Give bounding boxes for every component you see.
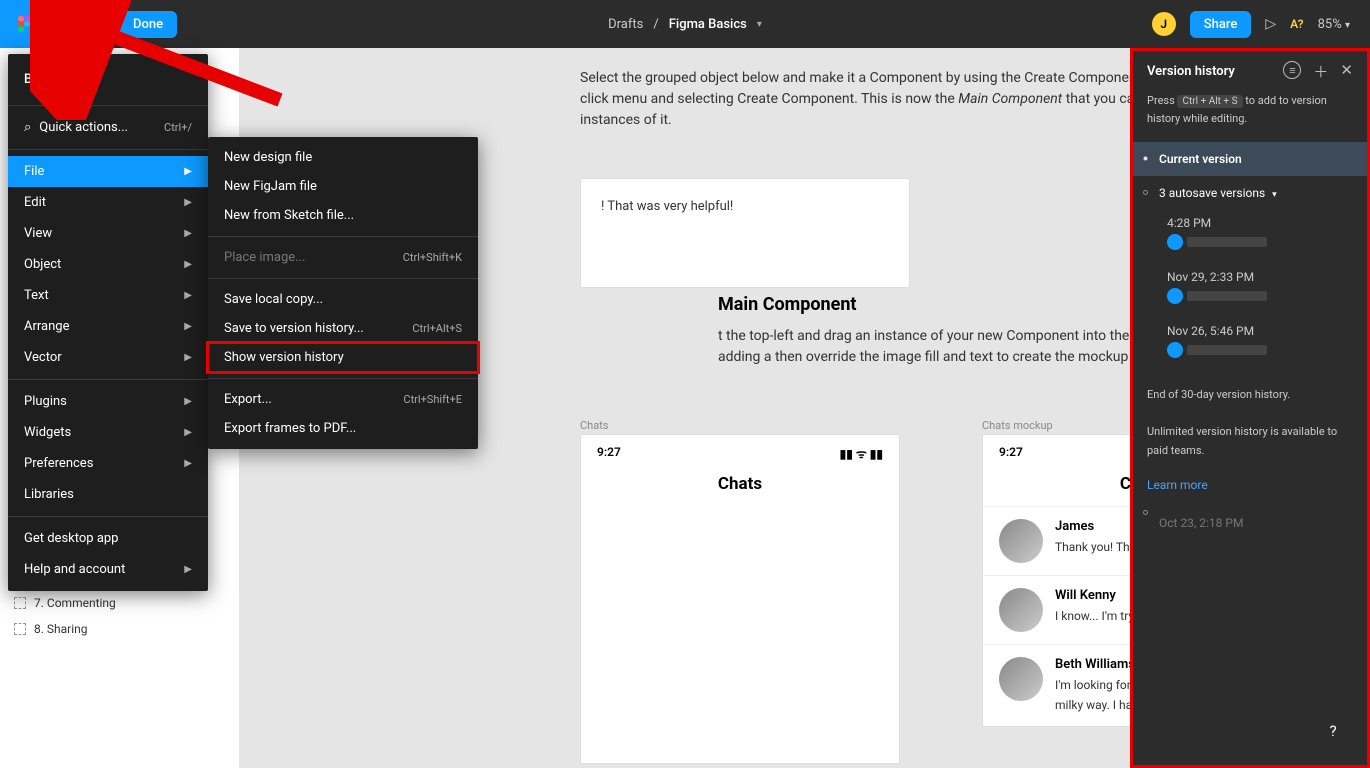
present-icon[interactable]: ▷ xyxy=(1265,16,1276,32)
panel-title: Version history xyxy=(1147,64,1235,79)
version-history-panel: Version history ≡ ＋ ✕ Press Ctrl + Alt +… xyxy=(1130,48,1370,768)
chats-frame-mockup[interactable]: 9:27▮▮ ᯤ ▮▮ Chats JamesThank you! That w… xyxy=(982,434,1130,727)
menu-item-edit[interactable]: Edit▶ xyxy=(8,187,208,218)
status-icons: ▮▮ ᯤ ▮▮ xyxy=(840,445,883,462)
file-item-save-local-copy-[interactable]: Save local copy... xyxy=(208,285,478,314)
user-avatar[interactable]: J xyxy=(1152,12,1176,36)
menu-item-arrange[interactable]: Arrange▶ xyxy=(8,311,208,342)
help-button[interactable]: ? xyxy=(1316,714,1350,748)
share-button[interactable]: Share xyxy=(1190,11,1252,38)
menu-item-plugins[interactable]: Plugins▶ xyxy=(8,386,208,417)
search-icon: ⌕ xyxy=(24,120,31,135)
file-submenu: New design fileNew FigJam fileNew from S… xyxy=(208,137,478,449)
chat-row[interactable]: JamesThank you! That was very helpful! xyxy=(983,506,1130,575)
chat-avatar xyxy=(999,588,1043,632)
version-entry[interactable]: 4:28 PM xyxy=(1133,210,1367,264)
frame-icon xyxy=(14,597,26,609)
main-menu: Back to files ⌕Quick actions... Ctrl+/ F… xyxy=(8,54,208,591)
chats-heading: Chats xyxy=(581,466,899,506)
file-item-new-design-file[interactable]: New design file xyxy=(208,143,478,172)
learn-more-link[interactable]: Learn more xyxy=(1133,474,1367,496)
plus-icon[interactable]: ＋ xyxy=(1313,61,1328,82)
file-item-show-version-history[interactable]: Show version history xyxy=(208,343,478,372)
place-image[interactable]: Place image...Ctrl+Shift+K xyxy=(208,243,478,272)
history-end-notice: End of 30-day version history. Unlimited… xyxy=(1133,372,1367,475)
file-item-export-frames-to-pdf-[interactable]: Export frames to PDF... xyxy=(208,414,478,443)
menu-item-object[interactable]: Object▶ xyxy=(8,249,208,280)
layer-row[interactable]: 7. Commenting xyxy=(0,590,210,616)
file-item-new-figjam-file[interactable]: New FigJam file xyxy=(208,172,478,201)
breadcrumb-parent[interactable]: Drafts xyxy=(608,17,643,32)
menu-item-text[interactable]: Text▶ xyxy=(8,280,208,311)
version-entry[interactable]: Nov 29, 2:33 PM xyxy=(1133,264,1367,318)
chevron-down-icon[interactable]: ▾ xyxy=(757,19,762,30)
file-item-save-to-version-history-[interactable]: Save to version history...Ctrl+Alt+S xyxy=(208,314,478,343)
menu-item-libraries[interactable]: Libraries xyxy=(8,479,208,510)
menu-item-vector[interactable]: Vector▶ xyxy=(8,342,208,373)
chats-frame-empty[interactable]: 9:27▮▮ ᯤ ▮▮ Chats xyxy=(580,434,900,764)
menu-item-view[interactable]: View▶ xyxy=(8,218,208,249)
menu-item-help-and-account[interactable]: Help and account▶ xyxy=(8,554,208,585)
chat-row[interactable]: Beth WilliamsI'm looking for tips around… xyxy=(983,644,1130,726)
user-avatar-icon xyxy=(1167,288,1183,304)
chats-heading: Chats xyxy=(983,466,1130,506)
menu-item-preferences[interactable]: Preferences▶ xyxy=(8,448,208,479)
frame-label[interactable]: Chats mockup xyxy=(982,419,1053,432)
menu-item-widgets[interactable]: Widgets▶ xyxy=(8,417,208,448)
example-card[interactable]: ! That was very helpful! xyxy=(580,178,910,288)
chat-avatar xyxy=(999,657,1043,701)
user-avatar-icon xyxy=(1167,342,1183,358)
breadcrumb-file[interactable]: Figma Basics xyxy=(669,17,747,32)
topbar-right: J Share ▷ A? 85% ▾ xyxy=(1152,11,1370,38)
annotation-arrow xyxy=(30,0,290,120)
section-text: t the top-left and drag an instance of y… xyxy=(718,326,1130,368)
section-title: Main Component xyxy=(718,294,857,315)
chat-avatar xyxy=(999,519,1043,563)
filter-icon[interactable]: ≡ xyxy=(1283,61,1301,79)
layer-row[interactable]: 8. Sharing xyxy=(0,616,210,642)
user-avatar-icon xyxy=(1167,234,1183,250)
current-version-row[interactable]: Current version xyxy=(1133,142,1367,176)
file-item-new-from-sketch-file-[interactable]: New from Sketch file... xyxy=(208,201,478,230)
close-icon[interactable]: ✕ xyxy=(1340,61,1353,82)
file-item-export-[interactable]: Export...Ctrl+Shift+E xyxy=(208,385,478,414)
frame-label[interactable]: Chats xyxy=(580,419,608,432)
menu-item-file[interactable]: File▶ xyxy=(8,156,208,187)
doc-intro: Select the grouped object below and make… xyxy=(580,68,1130,131)
oldest-version[interactable]: Oct 23, 2:18 PM xyxy=(1133,496,1367,540)
breadcrumb: Drafts / Figma Basics ▾ xyxy=(608,17,762,32)
version-entry[interactable]: Nov 26, 5:46 PM xyxy=(1133,318,1367,372)
version-hint: Press Ctrl + Alt + S to add to version h… xyxy=(1133,92,1367,142)
zoom-level[interactable]: 85% ▾ xyxy=(1318,17,1350,32)
autosave-group[interactable]: 3 autosave versions ▾ xyxy=(1133,176,1367,210)
menu-item-get-desktop-app[interactable]: Get desktop app xyxy=(8,523,208,554)
frame-icon xyxy=(14,623,26,635)
a11y-badge[interactable]: A? xyxy=(1290,17,1304,31)
chat-row[interactable]: Will KennyI know... I'm trying to get th… xyxy=(983,575,1130,644)
